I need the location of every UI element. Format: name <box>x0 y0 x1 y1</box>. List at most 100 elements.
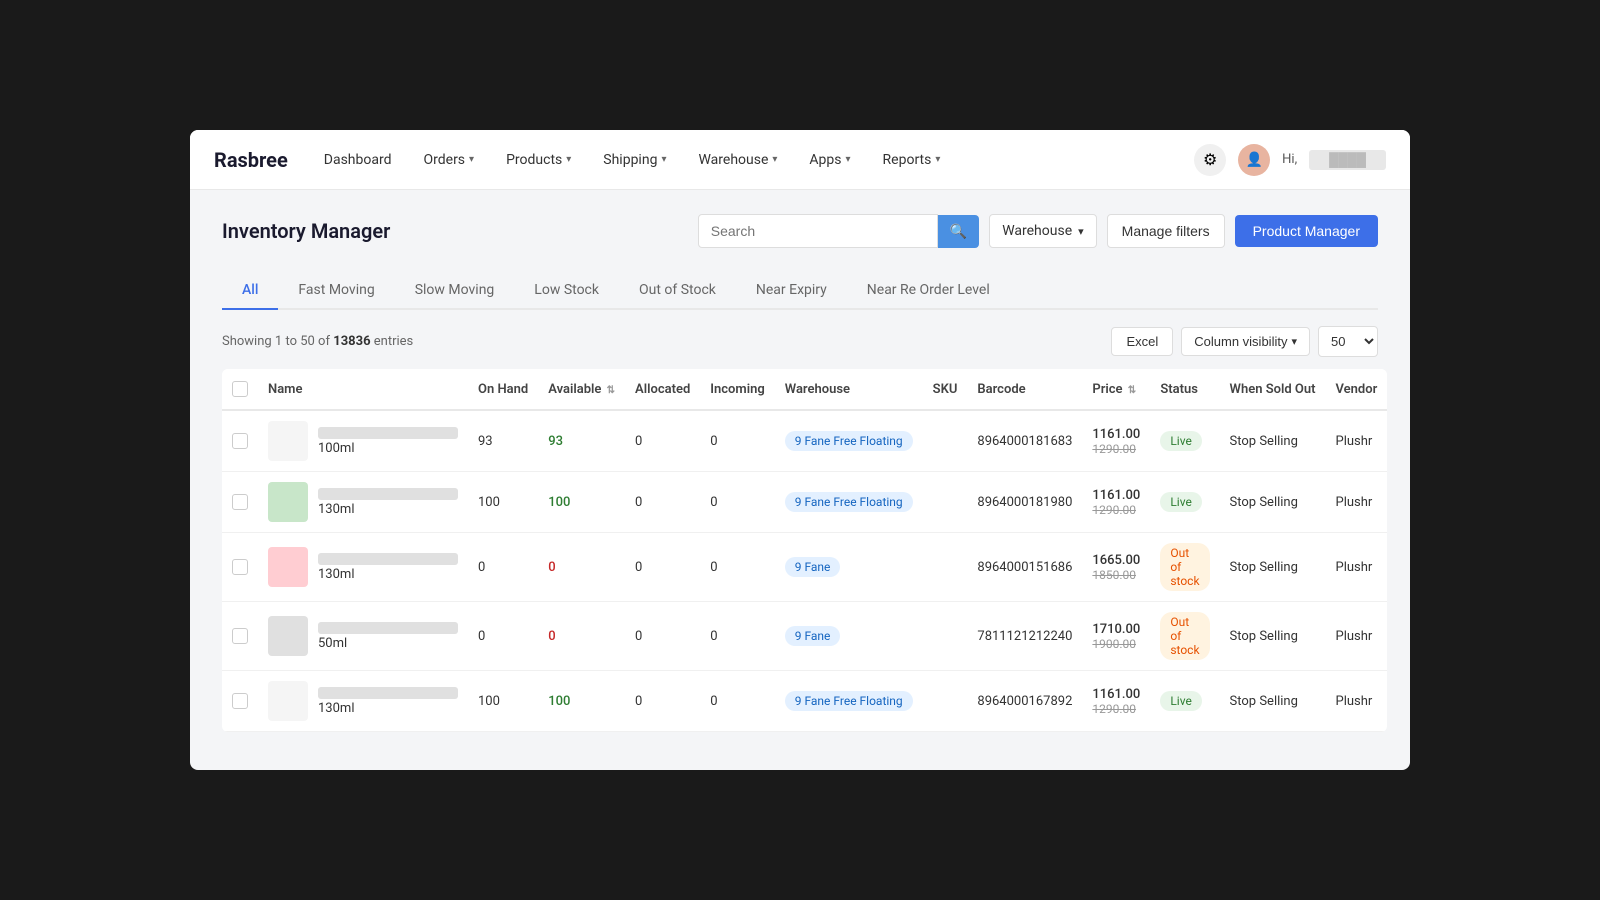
warehouse-cell: 9 Fane Free Floating <box>775 472 923 533</box>
available-cell: 93 <box>538 410 625 472</box>
incoming-cell: 0 <box>700 671 774 732</box>
available-sort-icon[interactable]: ⇅ <box>607 385 615 396</box>
sku-cell <box>923 410 968 472</box>
when-sold-out-cell: Stop Selling <box>1220 472 1326 533</box>
product-name: 130ml <box>318 553 458 582</box>
col-when-sold-out: When Sold Out <box>1220 369 1326 410</box>
manage-filters-button[interactable]: Manage filters <box>1107 214 1225 248</box>
col-available: Available ⇅ <box>538 369 625 410</box>
vendor-cell: Plushr <box>1326 671 1388 732</box>
warehouse-chevron-icon: ▾ <box>772 154 777 165</box>
warehouse-cell: 9 Fane <box>775 533 923 602</box>
status-badge: Live <box>1160 431 1201 451</box>
tab-near-expiry[interactable]: Near Expiry <box>736 272 847 310</box>
allocated-cell: 0 <box>625 602 700 671</box>
warehouse-cell: 9 Fane Free Floating <box>775 671 923 732</box>
tab-near-reorder[interactable]: Near Re Order Level <box>847 272 1010 310</box>
apps-chevron-icon: ▾ <box>846 154 851 165</box>
price-cell: 1161.00 1290.00 <box>1082 472 1150 533</box>
row-checkbox[interactable] <box>232 628 248 644</box>
warehouse-cell: 9 Fane Free Floating <box>775 410 923 472</box>
product-image <box>268 616 308 656</box>
row-checkbox[interactable] <box>232 559 248 575</box>
product-image <box>268 547 308 587</box>
product-size: 100ml <box>318 441 458 456</box>
entries-info: Showing 1 to 50 of 13836 entries <box>222 334 413 349</box>
tab-out-of-stock[interactable]: Out of Stock <box>619 272 736 310</box>
tabs-bar: All Fast Moving Slow Moving Low Stock Ou… <box>222 272 1378 310</box>
select-all-checkbox[interactable] <box>232 381 248 397</box>
col-status: Status <box>1150 369 1219 410</box>
table-actions: Excel Column visibility ▾ 50 100 200 <box>1111 326 1378 357</box>
allocated-cell: 0 <box>625 533 700 602</box>
product-name-blurred <box>318 553 458 565</box>
product-name-blurred <box>318 488 458 500</box>
navbar: Rasbree Dashboard Orders ▾ Products ▾ Sh… <box>190 130 1410 190</box>
nav-warehouse[interactable]: Warehouse ▾ <box>686 146 789 174</box>
search-input[interactable] <box>698 214 938 248</box>
col-vendor: Vendor <box>1326 369 1388 410</box>
nav-shipping[interactable]: Shipping ▾ <box>591 146 678 174</box>
col-allocated: Allocated <box>625 369 700 410</box>
price-cell: 1665.00 1850.00 <box>1082 533 1150 602</box>
nav-apps[interactable]: Apps ▾ <box>797 146 862 174</box>
nav-reports[interactable]: Reports ▾ <box>871 146 953 174</box>
header-actions: 🔍 Warehouse ▾ Manage filters Product Man… <box>698 214 1378 248</box>
tab-all[interactable]: All <box>222 272 278 310</box>
product-name-blurred <box>318 427 458 439</box>
product-name-blurred <box>318 687 458 699</box>
per-page-select[interactable]: 50 100 200 <box>1318 326 1378 357</box>
row-checkbox[interactable] <box>232 693 248 709</box>
brand-logo: Rasbree <box>214 148 288 172</box>
tab-slow-moving[interactable]: Slow Moving <box>395 272 515 310</box>
allocated-cell: 0 <box>625 472 700 533</box>
col-price: Price ⇅ <box>1082 369 1150 410</box>
inventory-table: Name On Hand Available ⇅ Allocated Incom… <box>222 369 1387 732</box>
row-checkbox[interactable] <box>232 494 248 510</box>
vendor-cell: Plushr <box>1326 533 1388 602</box>
vendor-cell: Plushr <box>1326 472 1388 533</box>
on-hand-cell: 93 <box>468 410 538 472</box>
when-sold-out-cell: Stop Selling <box>1220 602 1326 671</box>
incoming-cell: 0 <box>700 602 774 671</box>
name-cell: 50ml <box>258 602 468 671</box>
main-content: Inventory Manager 🔍 Warehouse ▾ Manage f… <box>190 190 1410 756</box>
col-sku: SKU <box>923 369 968 410</box>
price-sort-icon[interactable]: ⇅ <box>1128 385 1136 396</box>
tab-low-stock[interactable]: Low Stock <box>514 272 619 310</box>
tab-fast-moving[interactable]: Fast Moving <box>278 272 394 310</box>
vendor-cell: Plushr <box>1326 602 1388 671</box>
column-visibility-button[interactable]: Column visibility ▾ <box>1181 327 1310 356</box>
search-button[interactable]: 🔍 <box>938 215 979 248</box>
price-cell: 1161.00 1290.00 <box>1082 410 1150 472</box>
status-cell: Live <box>1150 671 1219 732</box>
app-window: Rasbree Dashboard Orders ▾ Products ▾ Sh… <box>190 130 1410 770</box>
product-name: 130ml <box>318 488 458 517</box>
barcode-cell: 7811121212240 <box>967 602 1082 671</box>
price-cell: 1161.00 1290.00 <box>1082 671 1150 732</box>
excel-button[interactable]: Excel <box>1111 327 1173 356</box>
column-visibility-chevron-icon: ▾ <box>1291 335 1297 348</box>
product-size: 130ml <box>318 567 458 582</box>
sku-cell <box>923 533 968 602</box>
nav-products[interactable]: Products ▾ <box>494 146 583 174</box>
products-chevron-icon: ▾ <box>566 154 571 165</box>
nav-dashboard[interactable]: Dashboard <box>312 146 404 174</box>
allocated-cell: 0 <box>625 671 700 732</box>
nav-orders[interactable]: Orders ▾ <box>412 146 487 174</box>
on-hand-cell: 100 <box>468 671 538 732</box>
table-row: 130ml 100 100 0 0 9 Fane Free Floating 8… <box>222 671 1387 732</box>
vendor-cell: Plushr <box>1326 410 1388 472</box>
warehouse-chevron-icon: ▾ <box>1078 225 1084 238</box>
when-sold-out-cell: Stop Selling <box>1220 533 1326 602</box>
table-row: 50ml 0 0 0 0 9 Fane 7811121212240 1710.0… <box>222 602 1387 671</box>
row-checkbox[interactable] <box>232 433 248 449</box>
product-size: 50ml <box>318 636 458 651</box>
search-icon: 🔍 <box>950 223 967 240</box>
sku-cell <box>923 472 968 533</box>
status-badge: Out of stock <box>1160 543 1209 591</box>
product-manager-button[interactable]: Product Manager <box>1235 215 1378 247</box>
navbar-right: ⚙ 👤 Hi, ████ <box>1194 144 1386 176</box>
warehouse-dropdown[interactable]: Warehouse ▾ <box>989 214 1096 248</box>
settings-icon[interactable]: ⚙ <box>1194 144 1226 176</box>
